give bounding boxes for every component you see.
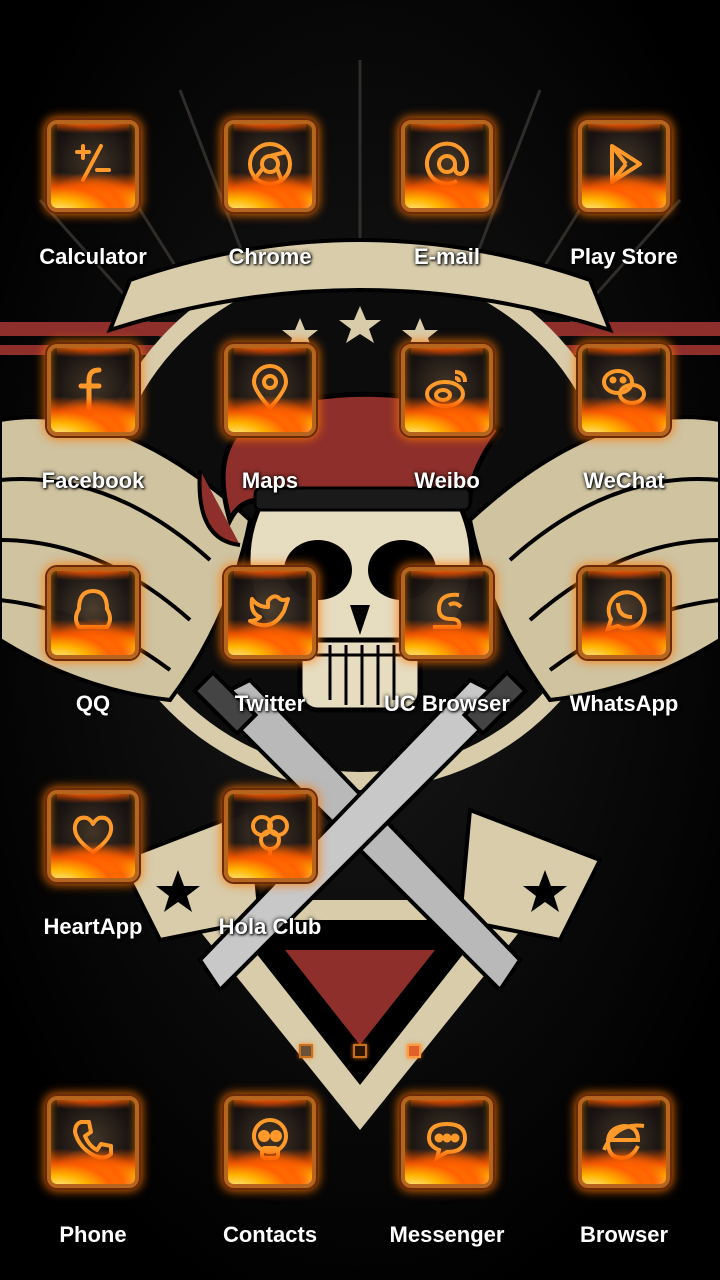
play-store-tile [578, 120, 670, 212]
page-dot-3-active[interactable] [407, 1044, 421, 1058]
app-play-store[interactable]: Play Store [535, 120, 713, 290]
app-label: Hola Club [218, 914, 322, 939]
app-label: HeartApp [43, 914, 143, 939]
app-chrome[interactable]: Chrome [181, 120, 359, 290]
app-label: Play Store [570, 244, 678, 269]
app-label: WhatsApp [569, 691, 679, 716]
page-indicator [0, 1044, 720, 1062]
contacts-tile [224, 1096, 316, 1188]
page-dot-2[interactable] [353, 1044, 367, 1058]
app-email[interactable]: E-mail [358, 120, 536, 290]
dock-messenger[interactable]: Messenger [358, 1096, 536, 1266]
app-label: Weibo [414, 468, 480, 493]
uc-browser-tile [401, 567, 493, 659]
maps-tile [224, 344, 316, 436]
app-whatsapp[interactable]: WhatsApp [535, 567, 713, 737]
browser-tile [578, 1096, 670, 1188]
app-label: Twitter [234, 691, 306, 716]
dock-label: Messenger [389, 1222, 505, 1247]
app-hola-club[interactable]: Hola Club [181, 790, 359, 960]
app-label: QQ [75, 691, 111, 716]
qq-tile [47, 567, 139, 659]
dock-contacts[interactable]: Contacts [181, 1096, 359, 1266]
app-facebook[interactable]: Facebook [4, 344, 182, 514]
dock-label: Phone [59, 1222, 127, 1247]
hola-club-tile [224, 790, 316, 882]
dock-label: Contacts [222, 1222, 318, 1247]
weibo-tile [401, 344, 493, 436]
facebook-tile [47, 344, 139, 436]
app-weibo[interactable]: Weibo [358, 344, 536, 514]
app-qq[interactable]: QQ [4, 567, 182, 737]
app-wechat[interactable]: WeChat [535, 344, 713, 514]
email-tile [401, 120, 493, 212]
app-label: Facebook [41, 468, 145, 493]
app-label: WeChat [583, 468, 665, 493]
home-screen: Calculator Chrome E-mail Play Store Face… [0, 0, 720, 1280]
app-label: Chrome [228, 244, 312, 269]
app-maps[interactable]: Maps [181, 344, 359, 514]
messenger-tile [401, 1096, 493, 1188]
app-label: Calculator [39, 244, 147, 269]
dock-browser[interactable]: Browser [535, 1096, 713, 1266]
app-uc-browser[interactable]: UC Browser [358, 567, 536, 737]
heartapp-tile [47, 790, 139, 882]
app-heartapp[interactable]: HeartApp [4, 790, 182, 960]
app-label: Maps [241, 468, 299, 493]
chrome-tile [224, 120, 316, 212]
dock-phone[interactable]: Phone [4, 1096, 182, 1266]
page-dot-1[interactable] [299, 1044, 313, 1058]
calculator-tile [47, 120, 139, 212]
twitter-tile [224, 567, 316, 659]
dock-label: Browser [579, 1222, 669, 1247]
app-label: E-mail [413, 244, 481, 269]
phone-tile [47, 1096, 139, 1188]
wechat-tile [578, 344, 670, 436]
app-label: UC Browser [384, 691, 510, 716]
whatsapp-tile [578, 567, 670, 659]
app-twitter[interactable]: Twitter [181, 567, 359, 737]
app-calculator[interactable]: Calculator [4, 120, 182, 290]
